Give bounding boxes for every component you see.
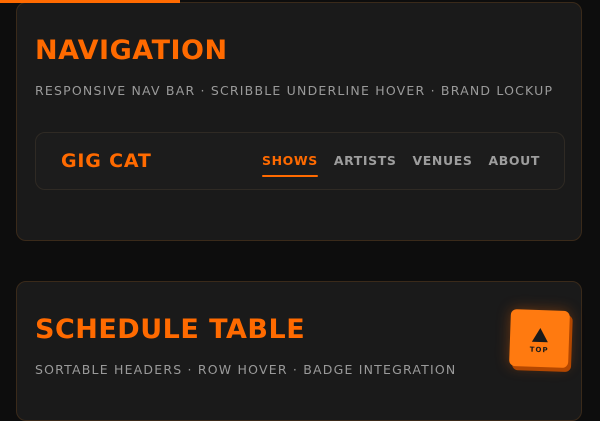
schedule-section-subtitle: SORTABLE HEADERS · ROW HOVER · BADGE INT…	[35, 362, 457, 377]
back-to-top-label: TOP	[529, 345, 549, 354]
nav-link-about[interactable]: ABOUT	[488, 153, 540, 174]
arrow-up-icon	[531, 327, 548, 342]
nav-link-artists[interactable]: ARTISTS	[334, 153, 397, 174]
navigation-section-card: NAVIGATION RESPONSIVE NAV BAR · SCRIBBLE…	[16, 2, 582, 241]
navigation-section-subtitle: RESPONSIVE NAV BAR · SCRIBBLE UNDERLINE …	[35, 83, 554, 98]
scroll-progress-bar	[0, 0, 600, 3]
nav-link-venues[interactable]: VENUES	[413, 153, 473, 174]
nav-links: SHOWS ARTISTS VENUES ABOUT	[261, 153, 540, 177]
schedule-section-title: SCHEDULE TABLE	[35, 314, 306, 345]
nav-link-shows[interactable]: SHOWS	[261, 153, 318, 177]
schedule-section-card: SCHEDULE TABLE SORTABLE HEADERS · ROW HO…	[16, 281, 582, 421]
navigation-section-title: NAVIGATION	[35, 35, 228, 66]
back-to-top-button[interactable]: TOP	[509, 308, 570, 369]
scroll-progress-fill	[0, 0, 180, 3]
demo-navbar: GIG CAT SHOWS ARTISTS VENUES ABOUT	[35, 132, 565, 190]
brand-logo[interactable]: GIG CAT	[61, 150, 152, 172]
